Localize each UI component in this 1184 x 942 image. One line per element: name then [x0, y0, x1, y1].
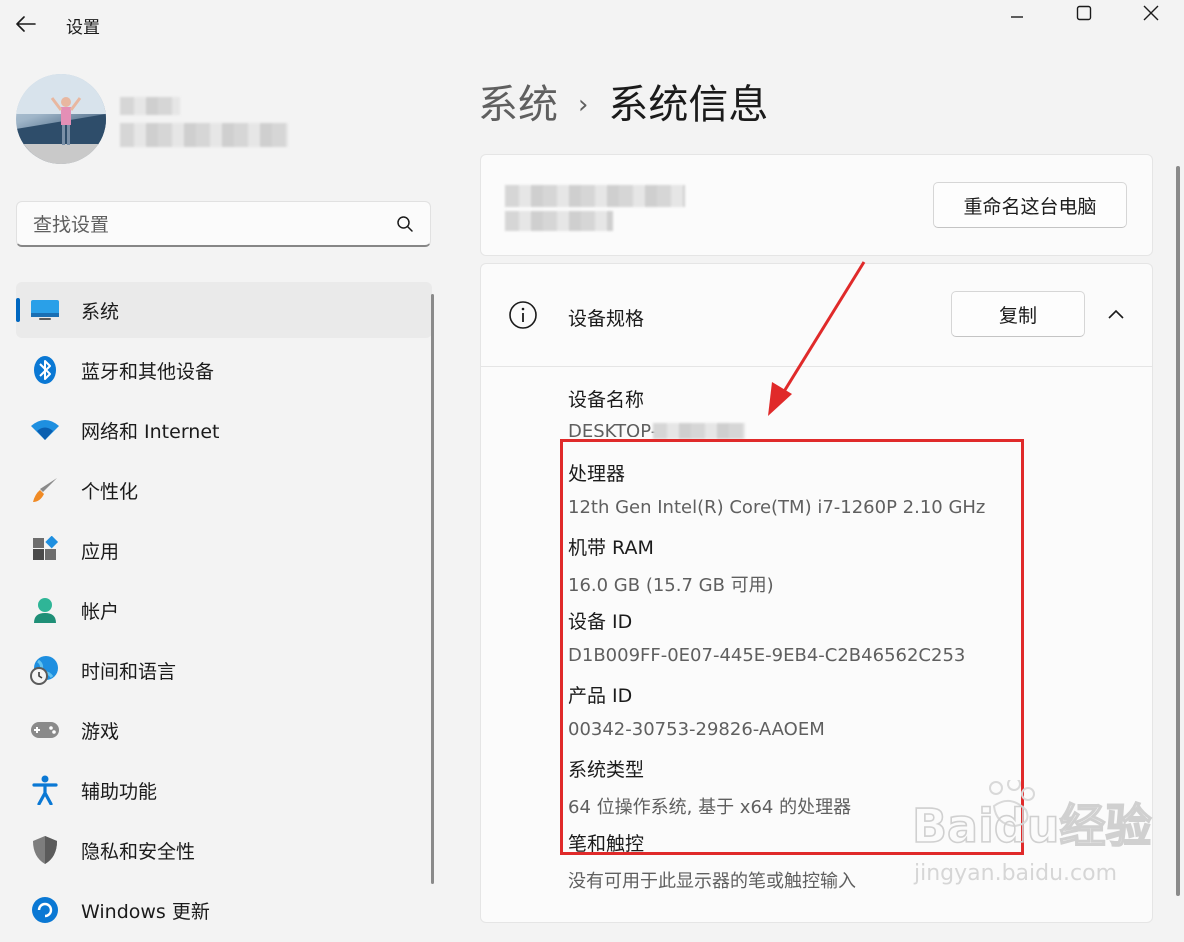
search-input[interactable] — [31, 211, 385, 239]
sidebar-item-windows-update[interactable]: Windows 更新 — [16, 882, 432, 938]
gamepad-icon — [30, 715, 60, 745]
sidebar-item-privacy[interactable]: 隐私和安全性 — [16, 822, 432, 878]
arrow-left-icon — [16, 16, 36, 32]
sidebar-item-network[interactable]: 网络和 Internet — [16, 402, 432, 458]
sidebar-item-label: 个性化 — [81, 481, 139, 503]
pc-name-redacted — [505, 185, 685, 207]
spec-label: 设备名称 — [568, 389, 645, 411]
sidebar-item-label: 网络和 Internet — [81, 421, 220, 443]
sidebar-nav: 系统 蓝牙和其他设备 网络和 Internet 个性化 应用 帐户 时间和语言 … — [16, 282, 432, 942]
page-title: 系统信息 — [608, 82, 769, 128]
main-scrollbar[interactable] — [1176, 166, 1180, 896]
close-button[interactable] — [1126, 0, 1176, 26]
sidebar-item-gaming[interactable]: 游戏 — [16, 702, 432, 758]
sidebar-item-label: 蓝牙和其他设备 — [81, 361, 215, 383]
pc-name-card: 重命名这台电脑 — [480, 154, 1153, 256]
watermark-text: Baidu经验 — [912, 799, 1152, 853]
breadcrumb-parent[interactable]: 系统 — [478, 82, 558, 128]
sidebar-item-label: 时间和语言 — [81, 661, 177, 683]
apps-icon — [30, 535, 60, 565]
search-icon[interactable] — [396, 215, 414, 233]
accessibility-icon — [30, 775, 60, 805]
sidebar-item-label: 游戏 — [81, 721, 120, 743]
maximize-button[interactable] — [1059, 0, 1109, 26]
brush-icon — [30, 475, 60, 505]
close-icon — [1143, 5, 1159, 21]
breadcrumb-separator: › — [578, 90, 589, 120]
sidebar-item-personalization[interactable]: 个性化 — [16, 462, 432, 518]
pc-model-redacted — [505, 211, 613, 231]
device-name-redacted — [653, 423, 745, 439]
sidebar-item-bluetooth[interactable]: 蓝牙和其他设备 — [16, 342, 432, 398]
info-icon — [509, 301, 537, 329]
globe-clock-icon — [30, 655, 60, 685]
copy-button[interactable]: 复制 — [951, 291, 1085, 337]
display-icon — [30, 295, 60, 325]
sidebar-item-system[interactable]: 系统 — [16, 282, 432, 338]
sidebar-item-accessibility[interactable]: 辅助功能 — [16, 762, 432, 818]
account-icon — [30, 595, 60, 625]
sidebar-item-label: 应用 — [81, 541, 120, 563]
shield-icon — [30, 835, 60, 865]
app-title: 设置 — [66, 18, 100, 38]
annotation-arrow — [768, 261, 866, 416]
user-email-redacted — [120, 123, 288, 147]
baidu-jingyan-watermark: Baidu经验 jingyan.baidu.com — [911, 780, 1152, 886]
sidebar-item-apps[interactable]: 应用 — [16, 522, 432, 578]
breadcrumb: 系统 › 系统信息 — [478, 72, 768, 130]
sidebar-item-label: 系统 — [81, 301, 120, 323]
sidebar-item-time-language[interactable]: 时间和语言 — [16, 642, 432, 698]
sidebar-item-accounts[interactable]: 帐户 — [16, 582, 432, 638]
avatar-photo — [16, 74, 106, 164]
watermark-url: jingyan.baidu.com — [913, 861, 1117, 886]
minimize-button[interactable] — [992, 0, 1042, 26]
spec-value: DESKTOP- — [568, 421, 658, 437]
sidebar-item-label: 隐私和安全性 — [81, 841, 196, 863]
sidebar-item-label: 辅助功能 — [81, 781, 158, 803]
sidebar-scrollbar[interactable] — [431, 294, 434, 884]
title-bar: 设置 — [0, 0, 1184, 48]
search-box[interactable] — [16, 201, 431, 247]
avatar[interactable] — [16, 74, 106, 164]
minimize-icon — [1011, 16, 1023, 18]
maximize-icon — [1076, 5, 1092, 21]
user-name-redacted — [120, 97, 180, 115]
spec-value: 没有可用于此显示器的笔或触控输入 — [568, 871, 856, 892]
sidebar-item-label: 帐户 — [81, 601, 120, 623]
bluetooth-icon — [30, 355, 60, 385]
back-button[interactable] — [8, 6, 44, 42]
section-title: 设备规格 — [568, 308, 645, 330]
rename-pc-button[interactable]: 重命名这台电脑 — [933, 182, 1127, 228]
wifi-icon — [30, 415, 60, 445]
update-icon — [30, 895, 60, 925]
chevron-up-icon[interactable] — [1107, 308, 1125, 320]
